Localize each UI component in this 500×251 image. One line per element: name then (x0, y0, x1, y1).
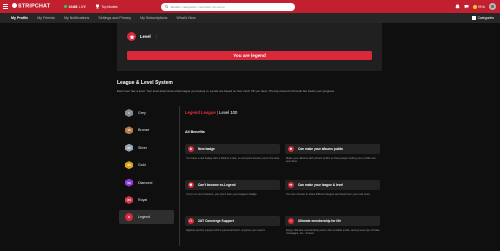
benefit-header: Can make your albums public (285, 144, 380, 154)
benefit-title: Ultimate membership for life (298, 219, 342, 223)
token-balance[interactable]: 99 tk (472, 4, 485, 9)
tab-settings-privacy[interactable]: Settings and Privacy (98, 16, 131, 20)
league-list: 1 Grey 10 Bronze 20 Silver 30 Gold 50 Di… (119, 106, 174, 228)
league-item-legend[interactable]: ★ Legend (119, 210, 174, 225)
level-card: Level ⋮ You are legend (117, 23, 382, 71)
league-level: Level 100 (219, 110, 238, 115)
tab-my-notifications[interactable]: My Notifications (64, 16, 89, 20)
league-label: Silver (138, 145, 147, 150)
benefit-card: Can't become ex-Legend If you run out of… (185, 180, 280, 196)
league-heading: Legend League | Level 100 (185, 110, 385, 115)
tab-whats-new[interactable]: What's New (176, 16, 195, 20)
coin-icon (472, 4, 477, 9)
benefit-title: Can make your albums public (298, 147, 344, 151)
benefit-card: New badge You have a red badge with a di… (185, 144, 280, 160)
benefit-header: Can make your league & level (285, 180, 380, 190)
system-title: League & Level System (117, 80, 173, 86)
tab-my-subscriptions[interactable]: My Subscriptions (140, 16, 167, 20)
benefit-description: Make your albums with photos public so t… (286, 157, 376, 164)
league-item-bronze[interactable]: 10 Bronze (119, 123, 174, 137)
site-logo[interactable]: STRIPCHAT (12, 3, 50, 10)
token-unit: tk (482, 4, 485, 9)
eye-icon (288, 182, 294, 188)
all-benefits-title: All Benefits (185, 130, 205, 134)
album-icon (288, 146, 294, 152)
star-icon (188, 146, 194, 152)
chat-icon[interactable] (464, 4, 469, 9)
profile-nav: My Profile My Friends My Notifications S… (0, 13, 500, 23)
benefit-description: Enjoy Ultimate membership perks, like in… (286, 229, 380, 236)
league-label: Grey (138, 111, 146, 115)
league-item-gold[interactable]: 30 Gold (119, 158, 174, 172)
categories-button[interactable]: Categories (472, 13, 494, 23)
bronze-badge-icon: 10 (125, 126, 133, 135)
system-description: Each user has a level. Your level determ… (117, 89, 335, 93)
search-placeholder: Models, categories, countries, tip menu (170, 4, 225, 9)
benefit-title: 24/7 Concierge Support (198, 219, 234, 223)
league-label: Bronze (138, 128, 150, 133)
league-label: Legend (138, 215, 150, 220)
header-actions: 99 tk (455, 0, 496, 13)
benefit-card: Can make your league & level You can cho… (285, 180, 380, 196)
league-separator: | (216, 110, 218, 115)
benefit-description: You can choose to show different league … (286, 193, 371, 196)
logo-text: STRIPCHAT (18, 3, 51, 10)
search-input[interactable]: Models, categories, countries, tip menu (161, 2, 295, 11)
benefit-description: If you run out of tokens, you won't lose… (186, 193, 258, 196)
benefit-card: Can make your albums public Make your al… (285, 144, 380, 164)
live-count: 10466 (68, 4, 78, 9)
level-header: Level ⋮ (127, 32, 159, 41)
divider (179, 106, 180, 246)
level-title: Level (140, 34, 151, 39)
benefit-title: New badge (198, 147, 215, 151)
infinity-icon (288, 218, 294, 224)
league-name: Legend League (185, 110, 216, 115)
league-item-diamond[interactable]: 50 Diamond (119, 176, 174, 190)
top-header: STRIPCHAT 10466 LIVE Top Models Models, … (0, 0, 500, 13)
avatar[interactable] (489, 3, 496, 10)
silver-badge-icon: 20 (125, 143, 133, 152)
benefit-card: 24/7 Concierge Support Highest-priority … (185, 216, 280, 232)
tab-my-profile[interactable]: My Profile (11, 16, 28, 20)
bell-icon[interactable] (455, 4, 460, 9)
live-dot-icon (64, 5, 68, 8)
benefit-description: You have a red badge with a distinct a s… (186, 157, 280, 160)
grid-icon (472, 16, 476, 20)
league-label: Diamond (138, 180, 153, 185)
tab-my-friends[interactable]: My Friends (37, 16, 55, 20)
more-options-icon[interactable]: ⋮ (155, 34, 159, 39)
shield-icon (188, 182, 194, 188)
legend-badge-icon: ★ (125, 213, 133, 222)
live-counter: 10466 LIVE (64, 5, 86, 9)
league-label: Gold (138, 163, 146, 168)
league-detail: Legend League | Level 100 All Benefits N… (185, 110, 385, 235)
benefit-header: Can't become ex-Legend (185, 180, 280, 190)
top-models-label: Top Models (101, 4, 118, 9)
legend-star-icon (127, 32, 136, 41)
legend-progress-bar: You are legend (127, 51, 372, 60)
benefit-card: Ultimate membership for life Enjoy Ultim… (285, 216, 380, 236)
benefit-header: 24/7 Concierge Support (185, 216, 280, 226)
league-item-grey[interactable]: 1 Grey (119, 106, 174, 120)
league-item-royal[interactable]: 80 Royal (119, 193, 174, 207)
diamond-badge-icon: 50 (125, 178, 133, 187)
grey-badge-icon: 1 (125, 109, 133, 117)
benefit-header: Ultimate membership for life (285, 216, 380, 226)
benefit-title: Can't become ex-Legend (198, 183, 236, 187)
support-icon (188, 218, 194, 224)
search-icon (165, 4, 169, 9)
league-item-silver[interactable]: 20 Silver (119, 141, 174, 155)
benefit-description: Highest-priority support with a personal… (186, 229, 266, 232)
benefit-title: Can make your league & level (298, 183, 343, 187)
top-models-link[interactable]: Top Models (95, 4, 118, 9)
live-label: LIVE (78, 4, 86, 9)
royal-badge-icon: 80 (125, 195, 133, 204)
token-amount: 99 (477, 4, 482, 9)
categories-label: Categories (477, 16, 494, 20)
trophy-icon (95, 4, 99, 9)
gold-badge-icon: 30 (125, 161, 133, 170)
league-label: Royal (138, 197, 148, 202)
benefit-header: New badge (185, 144, 280, 154)
menu-icon[interactable] (3, 4, 8, 9)
